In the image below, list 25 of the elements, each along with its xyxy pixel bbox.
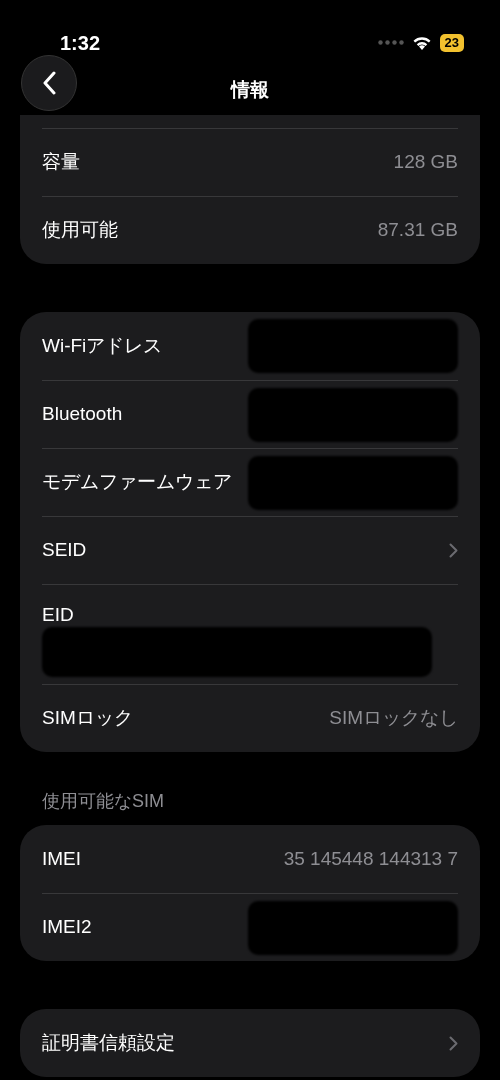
page-title: 情報 (231, 78, 269, 102)
row-label: モデムファームウェア (42, 470, 232, 495)
back-button[interactable] (21, 55, 77, 111)
section-header: 使用可能なSIM (42, 790, 165, 813)
back-chevron-icon (42, 71, 56, 95)
chevron-icon (449, 1035, 458, 1051)
signal-dots-icon (377, 40, 404, 45)
row-label: SIMロック (42, 706, 133, 731)
row-value: SIMロックなし (329, 706, 458, 731)
chevron-icon (449, 543, 458, 558)
row-label: SEID (42, 538, 87, 563)
row-value: 87.31 GB (377, 218, 458, 243)
row-label: Wi-Fiアドレス (42, 333, 163, 358)
row-label: EID (42, 603, 74, 627)
row-label: 容量 (42, 150, 80, 175)
row-label: 使用可能 (42, 218, 118, 243)
row-value: 128 GB (393, 150, 458, 175)
wifi-icon (411, 35, 432, 50)
row-value: 35 145448 144313 7 (283, 846, 458, 871)
row-label: IMEI2 (42, 915, 92, 940)
row-label: Bluetooth (42, 402, 123, 427)
row-label: 証明書信頼設定 (42, 1030, 175, 1055)
row-label: IMEI (42, 846, 82, 871)
status-time: 1:32 (60, 30, 101, 56)
battery-level: 23 (439, 33, 464, 52)
